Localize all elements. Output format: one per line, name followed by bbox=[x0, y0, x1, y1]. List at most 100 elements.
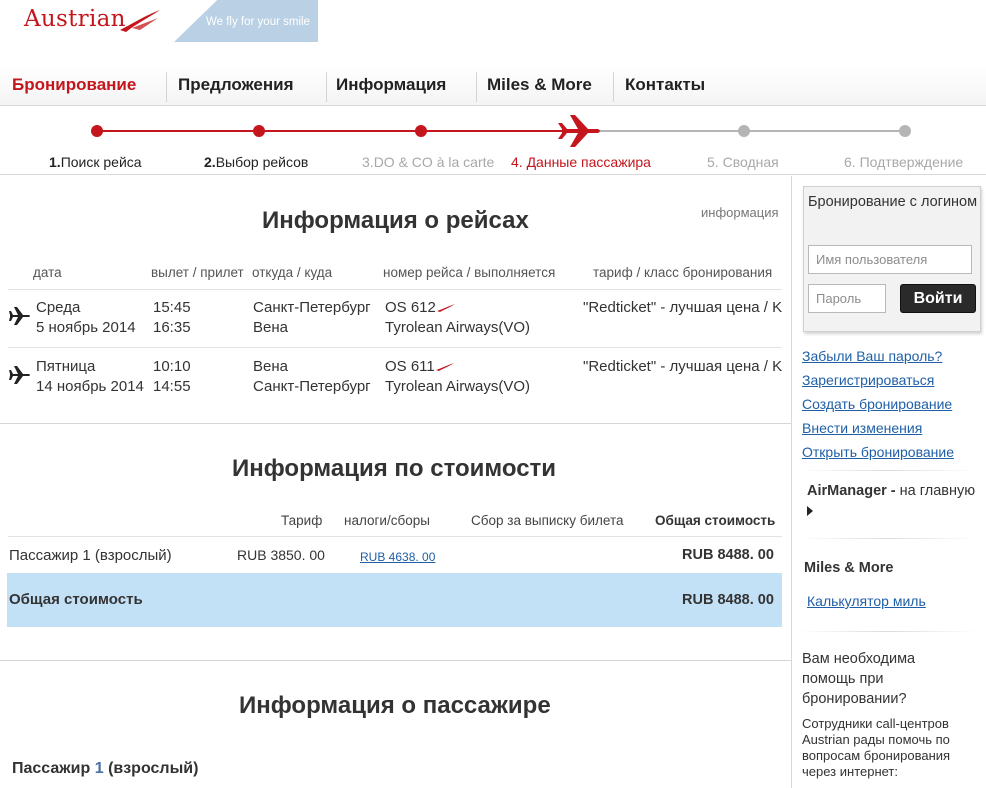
grand-total-label: Общая стоимость bbox=[9, 591, 143, 608]
step-4: 4. Данные пассажира bbox=[511, 154, 651, 170]
step-6: 6. Подтверждение bbox=[844, 154, 963, 170]
sidebar-divider bbox=[798, 470, 978, 471]
step-number: 6. bbox=[844, 154, 856, 170]
nav-item-information[interactable]: Информация bbox=[336, 66, 446, 104]
flight-number-text: OS 611 bbox=[385, 358, 435, 375]
airmanager-text: на главную bbox=[895, 483, 976, 499]
col-fare: тариф / класс бронирования bbox=[593, 265, 773, 280]
taxes-link[interactable]: RUB 4638. 00 bbox=[360, 550, 435, 564]
login-title: Бронирование с логином bbox=[808, 194, 978, 210]
help-text: Сотрудники call-центров Austrian рады по… bbox=[802, 716, 951, 779]
sidebar-divider bbox=[798, 538, 978, 539]
flight-number: OS 612 bbox=[385, 299, 455, 316]
step-number: 5. bbox=[707, 154, 719, 170]
miles-more-title: Miles & More bbox=[804, 560, 894, 576]
airmanager-link[interactable]: AirManager - на главную bbox=[807, 481, 977, 521]
nav-item-booking[interactable]: Бронирование bbox=[12, 66, 136, 104]
arrow-right-icon bbox=[807, 506, 813, 517]
step-label: Сводная bbox=[722, 154, 779, 170]
col-route: откуда / куда bbox=[252, 265, 333, 280]
flight-day: Среда bbox=[36, 299, 81, 316]
col-date: дата bbox=[33, 265, 62, 280]
change-booking-link[interactable]: Внести изменения bbox=[802, 420, 922, 436]
col-total: Общая стоимость bbox=[655, 513, 776, 528]
origin-city: Вена bbox=[253, 358, 288, 375]
step-label: DO & CO à la carte bbox=[373, 154, 495, 170]
booking-progress: 1.Поиск рейса 2.Выбор рейсов 3.DO & CO à… bbox=[0, 107, 986, 175]
passenger-title: Информация о пассажире bbox=[239, 692, 551, 719]
nav-divider bbox=[476, 72, 477, 102]
passenger-number: 1 bbox=[94, 760, 104, 777]
step-number: 3. bbox=[362, 154, 374, 170]
nav-item-offers[interactable]: Предложения bbox=[178, 66, 294, 104]
create-booking-link[interactable]: Создать бронирование bbox=[802, 396, 952, 412]
flight-number-text: OS 612 bbox=[385, 299, 436, 316]
miles-calculator-link[interactable]: Калькулятор миль bbox=[807, 593, 926, 609]
austrian-swoosh-icon bbox=[435, 363, 454, 372]
passenger-heading-prefix: Пассажир bbox=[12, 760, 91, 777]
step-dot-5 bbox=[738, 125, 750, 137]
step-label: Выбор рейсов bbox=[215, 154, 309, 170]
flight-number: OS 611 bbox=[385, 358, 454, 375]
step-5: 5. Сводная bbox=[707, 154, 779, 170]
logo-swoosh-icon bbox=[120, 10, 160, 32]
progress-track bbox=[91, 115, 911, 147]
plane-outbound-icon bbox=[9, 307, 30, 325]
section-divider bbox=[0, 660, 791, 661]
nav-divider bbox=[326, 72, 327, 102]
divider bbox=[8, 536, 782, 537]
info-link[interactable]: информация bbox=[701, 205, 779, 220]
cost-title: Информация по стоимости bbox=[232, 455, 557, 482]
step-dot-2 bbox=[253, 125, 265, 137]
col-flight: номер рейса / выполняется bbox=[383, 265, 556, 280]
login-box: Бронирование с логином Войти bbox=[803, 186, 981, 332]
operator: Tyrolean Airways(VO) bbox=[385, 319, 531, 336]
destination-city: Вена bbox=[253, 319, 288, 336]
flights-title: Информация о рейсах bbox=[262, 207, 529, 234]
step-3[interactable]: 3.DO & CO à la carte bbox=[362, 154, 494, 170]
nav-item-miles-more[interactable]: Miles & More bbox=[487, 66, 592, 104]
austrian-swoosh-icon bbox=[436, 304, 455, 313]
sidebar-divider bbox=[798, 631, 978, 632]
step-dot-1 bbox=[91, 125, 103, 137]
open-booking-link[interactable]: Открыть бронирование bbox=[802, 444, 954, 460]
flight-date: 14 ноябрь 2014 bbox=[36, 378, 144, 395]
flight-date: 5 ноябрь 2014 bbox=[36, 319, 136, 336]
arrival-time: 14:55 bbox=[153, 378, 191, 395]
arrival-time: 16:35 bbox=[153, 319, 191, 336]
section-divider bbox=[0, 423, 791, 424]
step-1[interactable]: 1.Поиск рейса bbox=[49, 154, 142, 170]
register-link[interactable]: Зарегистрироваться bbox=[802, 372, 934, 388]
departure-time: 10:10 bbox=[153, 358, 191, 375]
grand-total-value: RUB 8488. 00 bbox=[682, 592, 774, 608]
step-number: 4. bbox=[511, 154, 523, 170]
step-number: 2. bbox=[204, 154, 216, 170]
sidebar-border bbox=[791, 176, 792, 788]
col-taxes: налоги/сборы bbox=[344, 513, 430, 528]
slogan-text: We fly for your smile bbox=[206, 16, 310, 28]
destination-city: Санкт-Петербург bbox=[253, 378, 371, 395]
divider bbox=[8, 347, 782, 348]
nav-divider bbox=[613, 72, 614, 102]
plane-progress-icon bbox=[558, 115, 600, 147]
divider bbox=[8, 289, 782, 290]
fare-class: "Redticket" - лучшая цена / K bbox=[583, 299, 783, 316]
passenger-cost-label: Пассажир 1 (взрослый) bbox=[9, 547, 172, 564]
airmanager-title: AirManager - bbox=[807, 483, 896, 499]
help-title: Вам необходима помощь при бронировании? bbox=[802, 651, 916, 707]
logo-text: Austrian bbox=[24, 6, 126, 32]
nav-item-contacts[interactable]: Контакты bbox=[625, 66, 705, 104]
fare-class: "Redticket" - лучшая цена / K bbox=[583, 358, 783, 375]
step-2[interactable]: 2.Выбор рейсов bbox=[204, 154, 308, 170]
col-times: вылет / прилет bbox=[151, 265, 244, 280]
password-input[interactable] bbox=[808, 284, 886, 313]
col-fare-price: Тариф bbox=[281, 513, 323, 528]
username-input[interactable] bbox=[808, 245, 972, 274]
step-label: Данные пассажира bbox=[526, 154, 651, 170]
step-dot-3 bbox=[415, 125, 427, 137]
step-number: 1. bbox=[49, 154, 61, 170]
forgot-password-link[interactable]: Забыли Ваш пароль? bbox=[802, 348, 942, 364]
passenger-total: RUB 8488. 00 bbox=[682, 547, 774, 563]
plane-return-icon bbox=[9, 366, 30, 384]
login-button[interactable]: Войти bbox=[900, 284, 976, 313]
